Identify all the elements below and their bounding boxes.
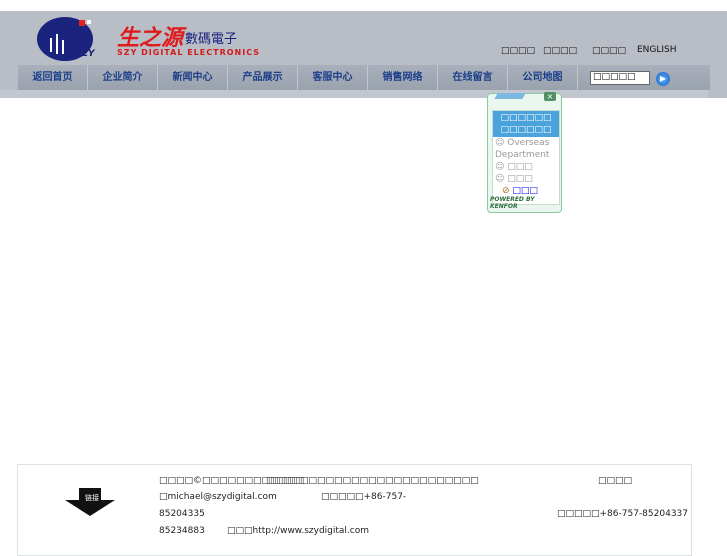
chat-item[interactable]: ☺ □□□ [493, 161, 559, 173]
nav-news[interactable]: 新闻中心 [158, 65, 228, 90]
address: □□□□□□□□□□□□□□□□□□□□□□□□□ [266, 476, 479, 486]
toplink-2[interactable]: □□□□ [543, 46, 577, 56]
logo[interactable]: SZY 生之源 數碼電子 SZY DIGITAL ELECTRONICS [37, 16, 267, 62]
chat-link-icon: ⊘ [502, 186, 510, 196]
chat-widget: × □□□□□□ □□□□□□ ☺ Overseas Department ☺ … [487, 92, 562, 213]
nav-map[interactable]: 公司地图 [508, 65, 578, 90]
chat-tab [494, 93, 526, 99]
chat-item-label: □□□ [507, 162, 533, 172]
email[interactable]: □michael@szydigital.com [159, 492, 277, 502]
chat-link-label: □□□ [512, 186, 538, 196]
chat-item-label: Overseas Department [495, 138, 550, 160]
brand-en: SZY DIGITAL ELECTRONICS [117, 48, 260, 57]
svg-text:链接: 链接 [85, 493, 99, 502]
chat-header: □□□□□□ □□□□□□ [493, 111, 559, 137]
fax: □□□□□+86-757-85204337 [557, 509, 688, 519]
nav-message[interactable]: 在线留言 [438, 65, 508, 90]
toplink-1[interactable]: □□□□ [501, 46, 535, 56]
phone: □□□□□+86-757- [321, 492, 407, 502]
search-go-icon[interactable]: ▶ [656, 72, 670, 86]
powered-by: POWERED BY KENFOR [490, 196, 535, 210]
arrow-down-icon: 链接 [65, 488, 115, 516]
nav-sales[interactable]: 销售网络 [368, 65, 438, 90]
phone-cont: 85204335 [159, 509, 205, 519]
chat-item[interactable]: ☺ Overseas Department [493, 137, 559, 161]
svg-text:SZY: SZY [75, 49, 96, 59]
search-input[interactable]: □□□□□ [590, 71, 650, 85]
logo-emblem-icon: SZY [37, 17, 96, 61]
brand-sub: 數碼電子 [185, 32, 238, 47]
header-bottom [0, 90, 708, 98]
toplink-english[interactable]: ENGLISH [637, 45, 677, 55]
footer-right-title: □□□□ [598, 476, 633, 486]
nav-about[interactable]: 企业简介 [88, 65, 158, 90]
website[interactable]: □□□http://www.szydigital.com [227, 526, 369, 536]
nav-products[interactable]: 产品展示 [228, 65, 298, 90]
phone2: 85234883 [159, 526, 205, 536]
toplink-3[interactable]: □□□□ [592, 46, 626, 56]
chat-item[interactable]: ☺ □□□ [493, 173, 559, 185]
footer: 链接 □□□□©□□□□□□□□□□□□ □□□□□□□□□□□□□□□□□□□… [17, 464, 692, 556]
nav-service[interactable]: 客服中心 [298, 65, 368, 90]
chat-item-label: □□□ [507, 174, 533, 184]
nav-home[interactable]: 返回首页 [18, 65, 88, 90]
close-icon[interactable]: × [544, 92, 556, 101]
